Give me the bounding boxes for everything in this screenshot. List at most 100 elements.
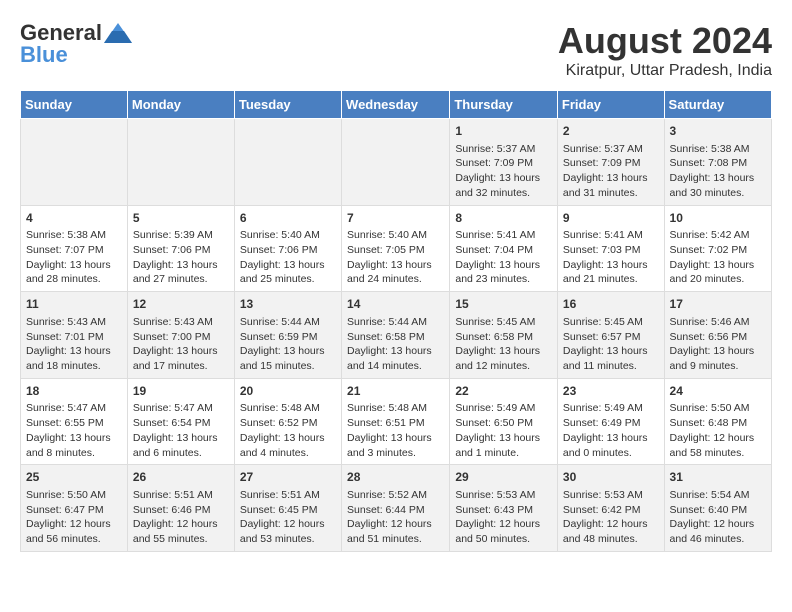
cell-content: and 14 minutes.	[347, 359, 444, 374]
cell-content: and 21 minutes.	[563, 272, 659, 287]
cell-content: Sunrise: 5:38 AM	[670, 142, 766, 157]
cell-content: Daylight: 13 hours	[240, 431, 336, 446]
header-monday: Monday	[127, 91, 234, 119]
cell-content: Sunset: 7:03 PM	[563, 243, 659, 258]
cell-content: Sunrise: 5:48 AM	[240, 401, 336, 416]
calendar-cell: 15Sunrise: 5:45 AMSunset: 6:58 PMDayligh…	[450, 292, 558, 379]
cell-content: and 31 minutes.	[563, 186, 659, 201]
cell-content: Sunset: 6:58 PM	[347, 330, 444, 345]
day-number: 9	[563, 210, 659, 227]
day-number: 31	[670, 469, 766, 486]
day-number: 7	[347, 210, 444, 227]
cell-content: Daylight: 12 hours	[26, 517, 122, 532]
calendar-cell: 2Sunrise: 5:37 AMSunset: 7:09 PMDaylight…	[557, 119, 664, 206]
cell-content: and 15 minutes.	[240, 359, 336, 374]
calendar-cell	[342, 119, 450, 206]
header-tuesday: Tuesday	[234, 91, 341, 119]
cell-content: Sunset: 7:00 PM	[133, 330, 229, 345]
day-number: 23	[563, 383, 659, 400]
calendar-cell: 22Sunrise: 5:49 AMSunset: 6:50 PMDayligh…	[450, 378, 558, 465]
header-saturday: Saturday	[664, 91, 771, 119]
cell-content: Sunset: 7:02 PM	[670, 243, 766, 258]
page-header: General Blue August 2024 Kiratpur, Uttar…	[20, 20, 772, 80]
week-row-3: 11Sunrise: 5:43 AMSunset: 7:01 PMDayligh…	[21, 292, 772, 379]
cell-content: Daylight: 13 hours	[347, 258, 444, 273]
week-row-2: 4Sunrise: 5:38 AMSunset: 7:07 PMDaylight…	[21, 205, 772, 292]
calendar-cell: 28Sunrise: 5:52 AMSunset: 6:44 PMDayligh…	[342, 465, 450, 552]
calendar-cell: 4Sunrise: 5:38 AMSunset: 7:07 PMDaylight…	[21, 205, 128, 292]
cell-content: Daylight: 13 hours	[563, 431, 659, 446]
logo-icon	[104, 23, 132, 43]
cell-content: Sunset: 6:59 PM	[240, 330, 336, 345]
cell-content: and 20 minutes.	[670, 272, 766, 287]
cell-content: Sunset: 6:43 PM	[455, 503, 552, 518]
cell-content: Sunset: 6:49 PM	[563, 416, 659, 431]
cell-content: Sunrise: 5:41 AM	[455, 228, 552, 243]
day-number: 16	[563, 296, 659, 313]
cell-content: Sunset: 6:52 PM	[240, 416, 336, 431]
calendar-cell: 23Sunrise: 5:49 AMSunset: 6:49 PMDayligh…	[557, 378, 664, 465]
cell-content: Daylight: 13 hours	[563, 344, 659, 359]
calendar-cell: 1Sunrise: 5:37 AMSunset: 7:09 PMDaylight…	[450, 119, 558, 206]
cell-content: Daylight: 13 hours	[563, 171, 659, 186]
cell-content: Sunset: 6:46 PM	[133, 503, 229, 518]
cell-content: Daylight: 13 hours	[455, 431, 552, 446]
week-row-1: 1Sunrise: 5:37 AMSunset: 7:09 PMDaylight…	[21, 119, 772, 206]
cell-content: Sunrise: 5:37 AM	[455, 142, 552, 157]
cell-content: Sunrise: 5:40 AM	[347, 228, 444, 243]
cell-content: Sunset: 6:40 PM	[670, 503, 766, 518]
calendar-cell: 30Sunrise: 5:53 AMSunset: 6:42 PMDayligh…	[557, 465, 664, 552]
day-number: 17	[670, 296, 766, 313]
calendar-cell: 6Sunrise: 5:40 AMSunset: 7:06 PMDaylight…	[234, 205, 341, 292]
cell-content: Sunset: 7:08 PM	[670, 156, 766, 171]
header-wednesday: Wednesday	[342, 91, 450, 119]
calendar-cell: 5Sunrise: 5:39 AMSunset: 7:06 PMDaylight…	[127, 205, 234, 292]
cell-content: Sunset: 6:47 PM	[26, 503, 122, 518]
day-number: 2	[563, 123, 659, 140]
cell-content: Daylight: 13 hours	[563, 258, 659, 273]
day-number: 3	[670, 123, 766, 140]
calendar-table: SundayMondayTuesdayWednesdayThursdayFrid…	[20, 90, 772, 552]
day-number: 15	[455, 296, 552, 313]
cell-content: Sunrise: 5:46 AM	[670, 315, 766, 330]
cell-content: and 4 minutes.	[240, 446, 336, 461]
cell-content: Sunset: 7:06 PM	[240, 243, 336, 258]
calendar-cell: 12Sunrise: 5:43 AMSunset: 7:00 PMDayligh…	[127, 292, 234, 379]
calendar-cell	[21, 119, 128, 206]
calendar-cell: 26Sunrise: 5:51 AMSunset: 6:46 PMDayligh…	[127, 465, 234, 552]
day-number: 6	[240, 210, 336, 227]
cell-content: and 46 minutes.	[670, 532, 766, 547]
cell-content: and 51 minutes.	[347, 532, 444, 547]
day-number: 26	[133, 469, 229, 486]
logo-blue: Blue	[20, 42, 68, 68]
day-number: 5	[133, 210, 229, 227]
cell-content: and 28 minutes.	[26, 272, 122, 287]
cell-content: Sunrise: 5:44 AM	[347, 315, 444, 330]
cell-content: and 32 minutes.	[455, 186, 552, 201]
cell-content: Daylight: 12 hours	[563, 517, 659, 532]
calendar-cell: 16Sunrise: 5:45 AMSunset: 6:57 PMDayligh…	[557, 292, 664, 379]
cell-content: Sunset: 6:51 PM	[347, 416, 444, 431]
cell-content: Daylight: 13 hours	[670, 171, 766, 186]
day-number: 12	[133, 296, 229, 313]
calendar-cell: 13Sunrise: 5:44 AMSunset: 6:59 PMDayligh…	[234, 292, 341, 379]
cell-content: Daylight: 13 hours	[347, 431, 444, 446]
calendar-cell: 8Sunrise: 5:41 AMSunset: 7:04 PMDaylight…	[450, 205, 558, 292]
cell-content: Sunrise: 5:48 AM	[347, 401, 444, 416]
cell-content: Sunrise: 5:42 AM	[670, 228, 766, 243]
day-number: 19	[133, 383, 229, 400]
cell-content: and 9 minutes.	[670, 359, 766, 374]
cell-content: Sunset: 7:06 PM	[133, 243, 229, 258]
cell-content: and 18 minutes.	[26, 359, 122, 374]
cell-content: Sunrise: 5:50 AM	[26, 488, 122, 503]
cell-content: Sunrise: 5:51 AM	[240, 488, 336, 503]
day-number: 22	[455, 383, 552, 400]
calendar-cell: 21Sunrise: 5:48 AMSunset: 6:51 PMDayligh…	[342, 378, 450, 465]
header-thursday: Thursday	[450, 91, 558, 119]
day-number: 20	[240, 383, 336, 400]
cell-content: Daylight: 12 hours	[670, 431, 766, 446]
cell-content: Sunrise: 5:47 AM	[26, 401, 122, 416]
cell-content: Sunrise: 5:40 AM	[240, 228, 336, 243]
header-friday: Friday	[557, 91, 664, 119]
cell-content: and 23 minutes.	[455, 272, 552, 287]
